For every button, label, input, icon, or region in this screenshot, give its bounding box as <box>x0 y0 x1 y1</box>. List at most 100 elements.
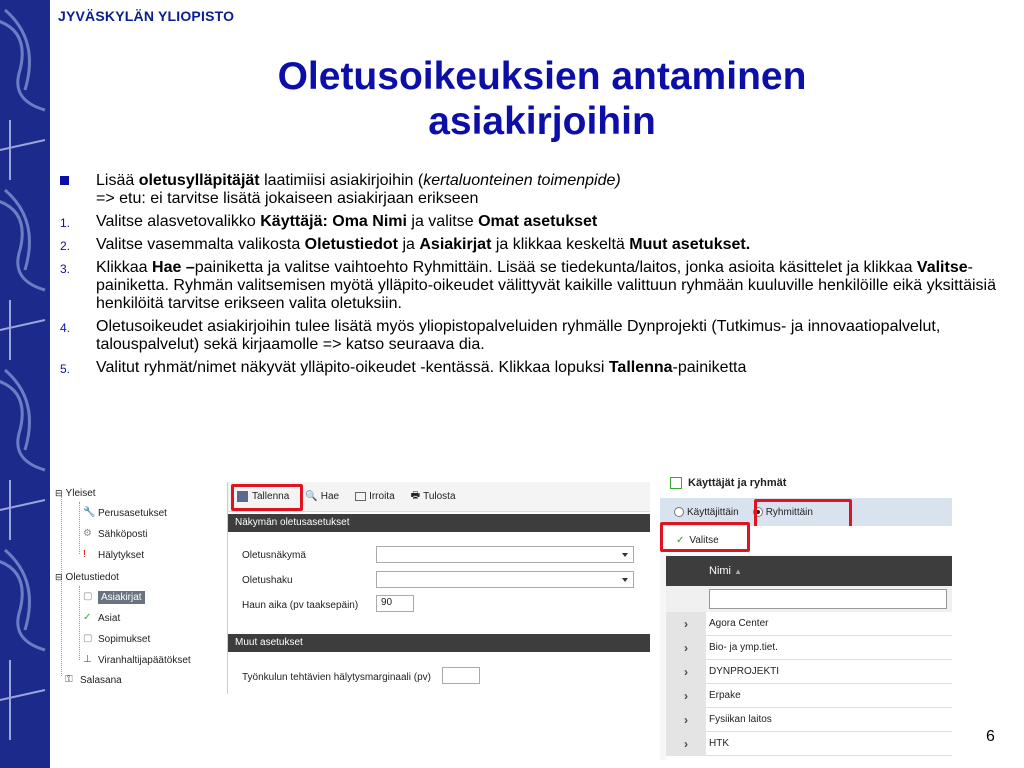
tulosta-button[interactable]: 🖶 Tulosta <box>408 486 459 507</box>
table-row[interactable]: › HTK <box>666 731 952 756</box>
bold-text: Tallenna <box>608 359 673 376</box>
tree-item-asiat[interactable]: ✓ Asiat <box>83 609 120 627</box>
row-name: HTK <box>709 738 729 749</box>
highlight-valitse <box>660 522 750 552</box>
bold-text: Käyttäjä: Oma Nimi <box>260 213 407 230</box>
oletusnakyma-select[interactable] <box>376 546 634 563</box>
text: Klikkaa <box>96 259 153 276</box>
expand-icon[interactable]: › <box>666 731 706 756</box>
tree-item-sahkoposti[interactable]: ⚙ Sähköposti <box>83 525 147 543</box>
haun-aika-label: Haun aika (pv taaksepäin) <box>242 600 359 611</box>
step-number: 5. <box>60 362 71 376</box>
step-1: 1. Valitse alasvetovalikko Käyttäjä: Oma… <box>60 213 1000 231</box>
radio-circle-icon <box>674 507 684 517</box>
table-row[interactable]: › DYNPROJEKTI <box>666 659 952 684</box>
page-number: 6 <box>986 728 995 745</box>
expand-icon[interactable]: › <box>666 635 706 660</box>
sort-up-icon: ▲ <box>734 567 742 576</box>
users-groups-dialog-screenshot: Käyttäjät ja ryhmät Käyttäjittäin Ryhmit… <box>660 468 952 760</box>
settings-panel-screenshot: Tallenna 🔍 Hae Irroita 🖶 Tulosta Näkymän o… <box>228 482 650 694</box>
radio-kayttajittain[interactable]: Käyttäjittäin <box>674 507 739 518</box>
text: laatimiisi asiakirjoihin ( <box>259 172 424 189</box>
tree-item-salasana[interactable]: ⚿ Salasana <box>65 671 122 689</box>
column-label: Nimi <box>709 565 731 577</box>
bold-text: Valitse <box>916 259 968 276</box>
university-emblem-pattern-icon <box>0 8 46 740</box>
irroita-button[interactable]: Irroita <box>352 489 398 504</box>
highlight-tallenna <box>231 484 303 511</box>
stamp-icon: ⊥ <box>83 654 92 665</box>
text: Lisää <box>96 172 139 189</box>
intro-line-1: Lisää oletusylläpitäjät laatimiisi asiak… <box>96 172 1000 190</box>
check-document-icon: ✓ <box>83 612 92 623</box>
tree-item-viranhaltijapaatokset[interactable]: ⊥ Viranhaltijapäätökset <box>83 651 191 669</box>
email-gear-icon: ⚙ <box>83 528 92 539</box>
tree-item-perusasetukset[interactable]: 🔧 Perusasetukset <box>83 504 167 522</box>
tree-item-yleiset[interactable]: ⊟ Yleiset <box>55 484 96 502</box>
text: -painiketta <box>672 359 747 376</box>
square-bullet-icon <box>60 176 69 185</box>
tree-item-asiakirjat[interactable]: ▢ Asiakirjat <box>83 588 145 606</box>
search-icon: 🔍 <box>305 491 318 502</box>
detach-icon <box>355 492 367 501</box>
decorative-side-strip <box>0 0 50 768</box>
grid-header: Nimi ▲ <box>666 556 952 586</box>
university-name: JYVÄSKYLÄN YLIOPISTO <box>58 8 235 24</box>
tree-label: Salasana <box>80 674 122 686</box>
radio-label: Käyttäjittäin <box>687 506 739 518</box>
row-name: Bio- ja ymp.tiet. <box>709 642 778 653</box>
table-row[interactable]: › Erpake <box>666 683 952 708</box>
text: Valitut ryhmät/nimet näkyvät ylläpito-oi… <box>96 359 609 376</box>
expand-icon[interactable]: › <box>666 611 706 636</box>
alert-icon: ! <box>83 549 86 560</box>
wrench-icon: 🔧 <box>83 507 96 518</box>
document-icon: ▢ <box>83 633 93 644</box>
row-name: Erpake <box>709 690 741 701</box>
tyonkulku-input[interactable] <box>442 667 480 684</box>
text: Valitse alasvetovalikko <box>96 213 261 230</box>
tree-label: Hälytykset <box>98 549 145 561</box>
button-label: Irroita <box>369 491 395 502</box>
table-row[interactable]: › Agora Center <box>666 611 952 636</box>
tree-label: Viranhaltijapäätökset <box>98 654 191 666</box>
tree-item-sopimukset[interactable]: ▢ Sopimukset <box>83 630 150 648</box>
section-header-nakyman-oletusasetukset: Näkymän oletusasetukset <box>228 514 650 532</box>
groups-grid: Nimi ▲ › Agora Center › Bio- ja ymp.tiet. … <box>666 556 952 760</box>
tree-label: Yleiset <box>65 487 96 499</box>
expand-icon[interactable]: › <box>666 707 706 732</box>
section-header-muut-asetukset[interactable]: Muut asetukset <box>228 634 650 652</box>
tree-label: Sopimukset <box>98 633 151 645</box>
slide-title: Oletusoikeuksien antaminen asiakirjoihin <box>60 54 1024 144</box>
tree-item-oletustiedot[interactable]: ⊟ Oletustiedot <box>55 568 119 586</box>
text: ja klikkaa keskeltä <box>491 236 630 253</box>
bold-text: Hae – <box>152 259 195 276</box>
bold-text: oletusylläpitäjät <box>138 172 260 189</box>
list-icon <box>670 477 682 489</box>
step-5: 5. Valitut ryhmät/nimet näkyvät ylläpito… <box>60 359 1000 377</box>
tree-label: Oletustiedot <box>65 571 119 583</box>
oletushaku-select[interactable] <box>376 571 634 588</box>
oletusnakyma-label: Oletusnäkymä <box>242 550 306 561</box>
column-header-nimi[interactable]: Nimi ▲ <box>709 565 742 577</box>
step-number: 3. <box>60 262 71 276</box>
text: Valitse vasemmalta valikosta <box>96 236 305 253</box>
settings-tree-screenshot: ⊟ Yleiset 🔧 Perusasetukset ⚙ Sähköposti ! Hä… <box>53 482 228 694</box>
button-label: Tulosta <box>423 491 456 502</box>
text: painiketta ja valitse vaihtoehto Ryhmitt… <box>194 259 917 276</box>
tree-item-halytykset[interactable]: ! Hälytykset <box>83 546 144 564</box>
haun-aika-input[interactable]: 90 <box>376 595 414 612</box>
expand-icon[interactable]: › <box>666 659 706 684</box>
table-row[interactable]: › Bio- ja ymp.tiet. <box>666 635 952 660</box>
step-3: 3. Klikkaa Hae –painiketta ja valitse va… <box>60 259 1000 313</box>
button-label: Hae <box>320 491 340 502</box>
bold-text: Asiakirjat <box>419 236 492 253</box>
name-filter-input[interactable] <box>709 589 947 609</box>
document-icon: ▢ <box>83 591 93 602</box>
expand-icon[interactable]: › <box>666 683 706 708</box>
hae-button[interactable]: 🔍 Hae <box>302 489 342 504</box>
row-name: Agora Center <box>709 618 769 629</box>
slide-body: Lisää oletusylläpitäjät laatimiisi asiak… <box>60 172 1000 382</box>
title-line-1: Oletusoikeuksien antaminen <box>277 55 807 98</box>
text: Oletusoikeudet asiakirjoihin tulee lisät… <box>96 318 941 353</box>
table-row[interactable]: › Fysiikan laitos <box>666 707 952 732</box>
